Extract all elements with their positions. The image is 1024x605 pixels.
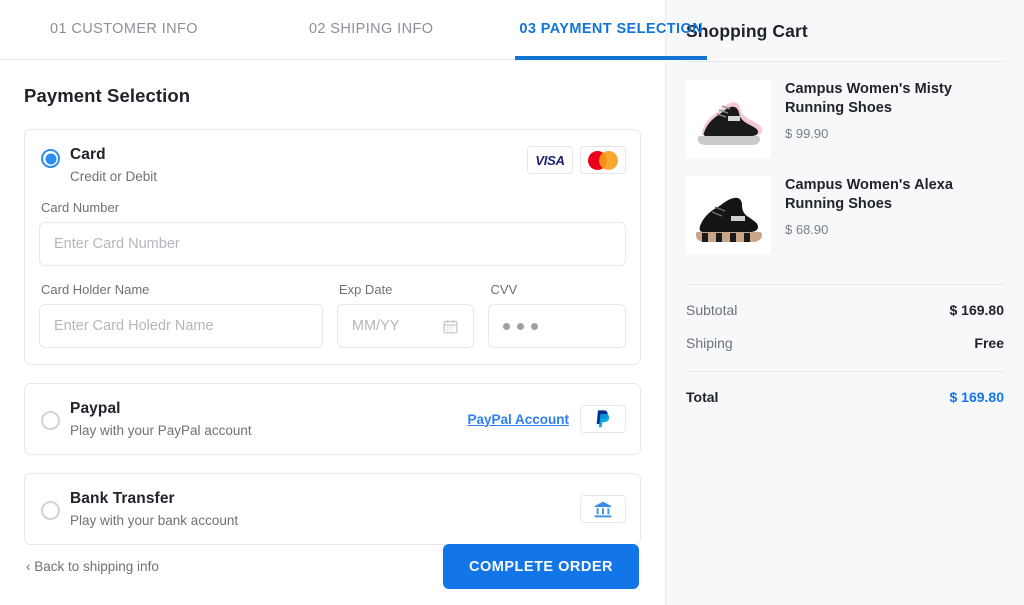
total-value: $ 169.80 — [949, 389, 1005, 405]
shipping-row: Shiping Free — [686, 335, 1004, 351]
cart-item-info: Campus Women's Alexa Running Shoes $ 68.… — [785, 176, 1004, 237]
card-holder-label: Card Holder Name — [41, 282, 150, 297]
exp-date-input[interactable]: MM/YY — [336, 304, 475, 348]
card-option-title: Card — [70, 146, 106, 163]
exp-date-placeholder: MM/YY — [351, 318, 400, 334]
card-number-input[interactable]: Enter Card Number — [39, 222, 626, 266]
grand-total-row: Total $ 169.80 — [686, 389, 1004, 405]
subtotal-value: $ 169.80 — [949, 302, 1005, 318]
cart-item-name: Campus Women's Misty Running Shoes — [785, 81, 952, 116]
cvv-label: CVV — [490, 282, 518, 297]
step-payment-selection[interactable]: 03 PAYMENT SELECTION — [515, 0, 707, 60]
bank-icon — [580, 495, 626, 523]
total-label: Total — [686, 389, 719, 405]
calendar-icon — [443, 319, 458, 334]
cvv-input[interactable] — [488, 304, 627, 348]
subtotal-label: Subtotal — [686, 302, 738, 318]
cvv-group: CVV — [488, 266, 627, 348]
mastercard-icon — [580, 146, 626, 174]
paypal-glyph — [596, 410, 610, 428]
cart-item[interactable]: Campus Women's Misty Running Shoes $ 99.… — [686, 80, 1004, 158]
bank-glyph — [594, 501, 612, 517]
radio-card[interactable] — [41, 149, 60, 168]
cart-item[interactable]: Campus Women's Alexa Running Shoes $ 68.… — [686, 176, 1004, 254]
card-option-labels: Card Credit or Debit — [70, 146, 520, 184]
cart-item-info: Campus Women's Misty Running Shoes $ 99.… — [785, 80, 1004, 141]
cvv-masked-value — [503, 322, 539, 330]
shopping-cart-panel: Shopping Cart Campus Women's Misty Runni… — [665, 0, 1024, 605]
step-shipping-info[interactable]: 02 SHIPING INFO — [309, 0, 433, 60]
card-option-subtitle: Credit or Debit — [70, 169, 158, 184]
step-customer-info[interactable]: 01 CUSTOMER INFO — [50, 0, 198, 60]
complete-order-button[interactable]: COMPLETE ORDER — [443, 544, 639, 589]
payment-column: 01 CUSTOMER INFO 02 SHIPING INFO 03 PAYM… — [0, 0, 707, 605]
bank-option-labels: Bank Transfer Play with your bank accoun… — [70, 490, 580, 528]
card-option-header: Card Credit or Debit VISA — [39, 146, 626, 184]
product-thumbnail — [686, 176, 771, 254]
shipping-value: Free — [974, 335, 1004, 351]
payment-option-card[interactable]: Card Credit or Debit VISA Card Number En… — [24, 129, 641, 365]
cart-item-price: $ 68.90 — [785, 222, 829, 238]
product-thumbnail — [686, 80, 771, 158]
exp-date-label: Exp Date — [338, 282, 393, 297]
shipping-label: Shiping — [686, 335, 733, 351]
back-to-shipping-link[interactable]: ‹ Back to shipping info — [26, 559, 159, 574]
paypal-icon — [580, 405, 626, 433]
card-holder-group: Card Holder Name Enter Card Holedr Name — [39, 266, 323, 348]
payment-option-paypal[interactable]: Paypal Play with your PayPal account Pay… — [24, 383, 641, 455]
radio-paypal[interactable] — [41, 411, 60, 430]
subtotal-row: Subtotal $ 169.80 — [686, 302, 1004, 318]
page-title: Payment Selection — [24, 85, 191, 106]
card-number-label: Card Number — [41, 200, 120, 215]
paypal-option-title: Paypal — [70, 400, 121, 417]
bank-option-subtitle: Play with your bank account — [70, 513, 239, 528]
card-details-row: Card Holder Name Enter Card Holedr Name … — [39, 266, 627, 348]
cart-title: Shopping Cart — [686, 21, 808, 41]
cart-divider-middle — [686, 284, 1004, 285]
sneaker-misty-icon — [686, 80, 771, 158]
sneaker-alexa-icon — [686, 176, 771, 254]
payment-option-bank-transfer[interactable]: Bank Transfer Play with your bank accoun… — [24, 473, 641, 545]
card-holder-input[interactable]: Enter Card Holedr Name — [39, 304, 323, 348]
cart-item-price: $ 99.90 — [785, 126, 829, 142]
paypal-account-link[interactable]: PayPal Account — [467, 412, 569, 427]
bank-option-title: Bank Transfer — [70, 490, 175, 507]
radio-bank-transfer[interactable] — [41, 501, 60, 520]
exp-date-group: Exp Date MM/YY — [336, 266, 475, 348]
paypal-option-labels: Paypal Play with your PayPal account — [70, 400, 467, 438]
cart-item-name: Campus Women's Alexa Running Shoes — [785, 177, 954, 212]
cart-divider-bottom — [686, 371, 1004, 372]
paypal-option-subtitle: Play with your PayPal account — [70, 423, 252, 438]
visa-icon: VISA — [527, 146, 573, 174]
payment-footer: ‹ Back to shipping info COMPLETE ORDER — [0, 544, 665, 589]
checkout-steps: 01 CUSTOMER INFO 02 SHIPING INFO 03 PAYM… — [0, 0, 707, 60]
checkout-page: 01 CUSTOMER INFO 02 SHIPING INFO 03 PAYM… — [0, 0, 1024, 605]
cart-divider-top — [686, 61, 1004, 62]
